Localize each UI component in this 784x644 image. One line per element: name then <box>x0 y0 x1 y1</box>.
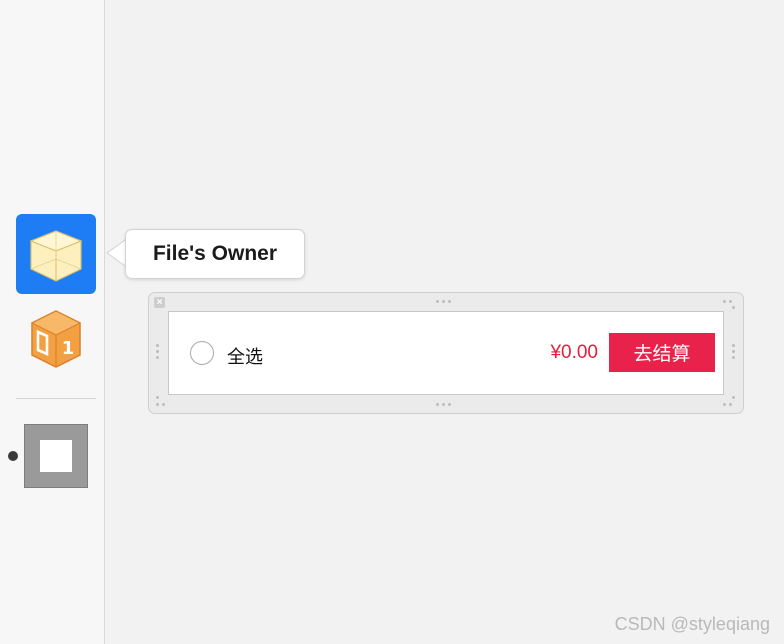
first-responder-icon[interactable]: 1 <box>28 308 84 370</box>
tooltip-label: File's Owner <box>152 242 278 265</box>
resize-handle-bottom[interactable] <box>436 403 451 406</box>
transparent-cube-icon <box>29 230 83 282</box>
files-owner-tooltip: File's Owner <box>125 229 305 279</box>
watermark: CSDN @styleqiang <box>614 614 770 634</box>
selection-bullet <box>8 451 18 461</box>
close-icon[interactable]: × <box>154 297 165 308</box>
resize-handle-bottom-left-v[interactable] <box>156 396 159 399</box>
cart-bottom-bar: 全选 ¥0.00 去结算 <box>168 311 724 395</box>
total-price: ¥0.00 <box>550 342 598 363</box>
xib-canvas-frame: × 全选 ¥0.00 去结算 <box>148 292 744 414</box>
resize-handle-top-right-v[interactable] <box>732 306 735 309</box>
resize-handle-bottom-right-v[interactable] <box>732 396 735 399</box>
checkout-button[interactable]: 去结算 <box>609 333 715 372</box>
view-icon[interactable] <box>24 424 88 488</box>
resize-handle-top[interactable] <box>436 300 451 303</box>
files-owner-item[interactable] <box>16 214 96 294</box>
select-all-radio[interactable] <box>190 341 214 365</box>
resize-handle-right[interactable] <box>732 344 735 359</box>
dock-divider <box>16 398 96 399</box>
resize-handle-top-right[interactable] <box>723 300 732 303</box>
svg-text:1: 1 <box>62 338 75 359</box>
resize-handle-bottom-left[interactable] <box>156 403 165 406</box>
view-icon-inner <box>40 440 72 472</box>
resize-handle-bottom-right[interactable] <box>723 403 732 406</box>
select-all-label: 全选 <box>227 347 263 368</box>
resize-handle-left[interactable] <box>156 344 159 359</box>
document-outline-dock: 1 <box>0 0 105 644</box>
